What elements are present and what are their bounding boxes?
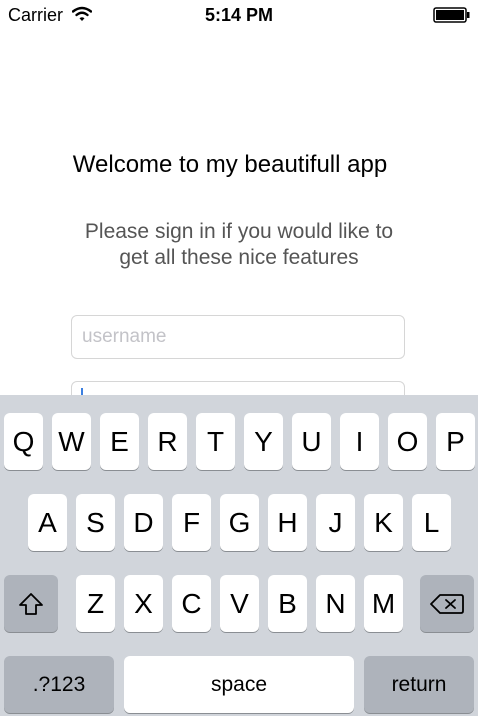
username-field[interactable] [71,315,405,359]
text-cursor [81,388,83,395]
signin-message: Please sign in if you would like to get … [0,219,478,271]
key-g[interactable]: G [220,494,259,551]
key-d[interactable]: D [124,494,163,551]
key-h[interactable]: H [268,494,307,551]
key-o[interactable]: O [388,413,427,470]
battery-icon [433,7,470,23]
key-v[interactable]: V [220,575,259,632]
key-u[interactable]: U [292,413,331,470]
keyboard: QWERTYUIOP ASDFGHJKL ZXCVBNM .?123 space r… [0,395,478,716]
shift-icon [19,592,43,615]
key-x[interactable]: X [124,575,163,632]
key-z[interactable]: Z [76,575,115,632]
key-c[interactable]: C [172,575,211,632]
space-key[interactable]: space [124,656,354,713]
key-m[interactable]: M [364,575,403,632]
key-e[interactable]: E [100,413,139,470]
numbers-key[interactable]: .?123 [4,656,114,713]
key-p[interactable]: P [436,413,475,470]
key-k[interactable]: K [364,494,403,551]
key-a[interactable]: A [28,494,67,551]
key-t[interactable]: T [196,413,235,470]
signin-message-line-2: get all these nice features [119,246,359,269]
key-y[interactable]: Y [244,413,283,470]
key-l[interactable]: L [412,494,451,551]
key-q[interactable]: Q [4,413,43,470]
return-key[interactable]: return [364,656,474,713]
signin-message-line-1: Please sign in if you would like to [84,220,394,243]
key-r[interactable]: R [148,413,187,470]
key-b[interactable]: B [268,575,307,632]
delete-icon [430,593,464,614]
key-i[interactable]: I [340,413,379,470]
shift-key[interactable] [4,575,58,632]
delete-key[interactable] [420,575,474,632]
key-w[interactable]: W [52,413,91,470]
key-j[interactable]: J [316,494,355,551]
key-s[interactable]: S [76,494,115,551]
status-bar: Carrier 5:14 PM [0,0,478,30]
key-n[interactable]: N [316,575,355,632]
key-f[interactable]: F [172,494,211,551]
status-time: 5:14 PM [204,5,274,25]
welcome-title: Welcome to my beautifull app [72,151,388,178]
